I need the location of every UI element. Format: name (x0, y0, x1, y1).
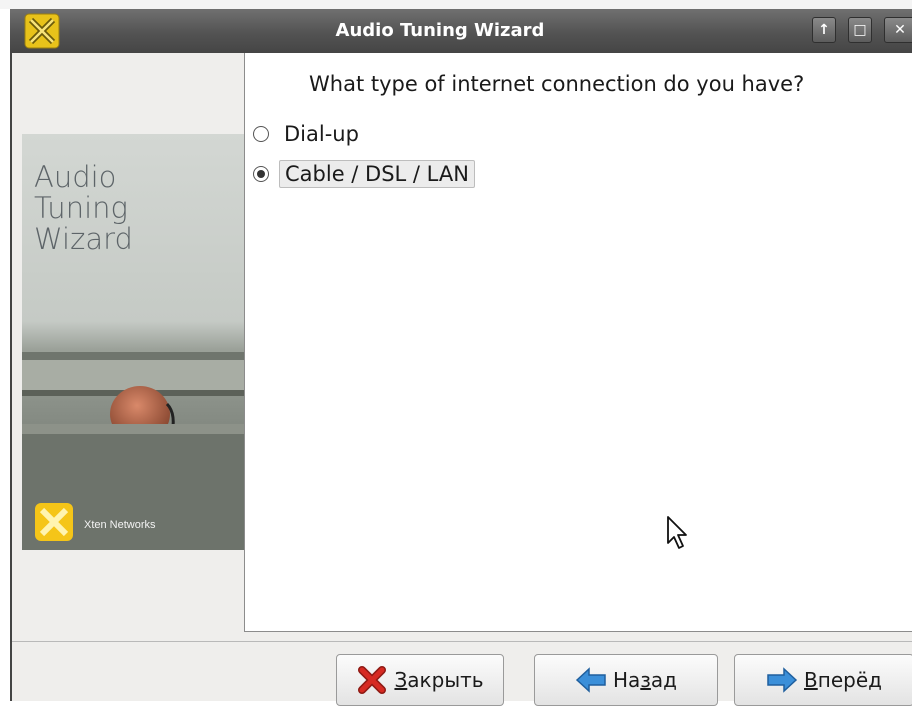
title-bar[interactable]: Audio Tuning Wizard ↑ □ ✕ (10, 9, 912, 53)
restore-button[interactable]: ↑ (812, 17, 836, 43)
close-x-icon (358, 666, 387, 694)
top-strip (0, 0, 912, 9)
option-dial-up[interactable]: Dial-up (253, 119, 364, 149)
wizard-client: Audio Tuning Wizard Xten Networks What t… (10, 53, 912, 706)
mnemonic-letter: З (394, 668, 408, 692)
mouse-cursor-icon (667, 516, 687, 549)
label-part: На (612, 668, 641, 692)
radio-dial-up[interactable] (253, 126, 269, 142)
next-arrow-icon (767, 667, 798, 693)
banner-title-line: Wizard (34, 222, 133, 256)
wizard-window: Audio Tuning Wizard ↑ □ ✕ Audio Tuning W… (10, 9, 912, 706)
label-part: перёд (817, 668, 882, 692)
brand-name: Xten Networks (84, 519, 156, 531)
mnemonic-letter: з (640, 668, 651, 692)
label-part: акрыть (407, 668, 484, 692)
mnemonic-letter: В (804, 668, 818, 692)
banner-title-line: Audio (34, 160, 117, 194)
next-button[interactable]: Вперёд (734, 654, 912, 706)
button-separator (12, 641, 912, 642)
wizard-page: What type of internet connection do you … (244, 53, 912, 632)
close-button-label: Закрыть (394, 668, 483, 692)
radio-cable-dsl-lan[interactable] (253, 166, 269, 182)
next-button-label: Вперёд (804, 668, 882, 692)
xten-logo-icon (35, 503, 73, 541)
maximize-button[interactable]: □ (848, 17, 872, 43)
back-button-label: Назад (613, 668, 677, 692)
close-button[interactable]: Закрыть (336, 654, 504, 706)
page-question: What type of internet connection do you … (309, 72, 805, 96)
window-title: Audio Tuning Wizard (335, 20, 545, 41)
close-window-button[interactable]: ✕ (884, 17, 912, 43)
option-label[interactable]: Cable / DSL / LAN (279, 160, 475, 188)
back-arrow-icon (575, 667, 606, 693)
side-banner: Audio Tuning Wizard Xten Networks (22, 134, 244, 550)
back-button[interactable]: Назад (534, 654, 718, 706)
partial-text-fragment (20, 0, 28, 9)
banner-title-line: Tuning (34, 191, 128, 225)
banner-title: Audio Tuning Wizard (34, 162, 133, 255)
option-label[interactable]: Dial-up (279, 121, 364, 147)
label-part: ад (650, 668, 678, 692)
option-cable-dsl-lan[interactable]: Cable / DSL / LAN (253, 159, 475, 189)
